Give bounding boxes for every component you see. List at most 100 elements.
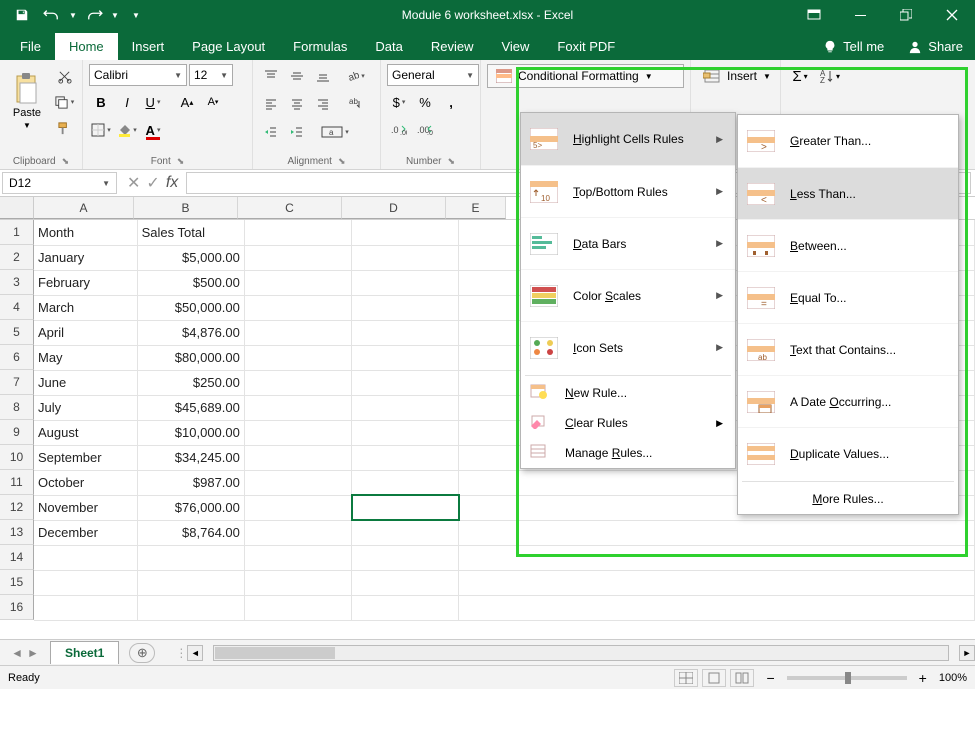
maximize-button[interactable] bbox=[883, 0, 929, 30]
submenu-text-contains[interactable]: ab Text that Contains... bbox=[738, 323, 958, 375]
cell-B9[interactable]: $10,000.00 bbox=[137, 420, 244, 445]
hscroll-left[interactable]: ◄ bbox=[187, 645, 203, 661]
cell-D4[interactable] bbox=[352, 295, 459, 320]
row-header-11[interactable]: 11 bbox=[0, 470, 34, 495]
sheet-nav-next[interactable]: ► bbox=[27, 646, 39, 660]
cell-B7[interactable]: $250.00 bbox=[137, 370, 244, 395]
font-dialog-launcher[interactable]: ⬊ bbox=[177, 156, 185, 167]
cell-B12[interactable]: $76,000.00 bbox=[137, 495, 244, 520]
cell-A7[interactable]: June bbox=[34, 370, 137, 395]
name-box[interactable]: D12 ▼ bbox=[2, 172, 117, 194]
menu-data-bars[interactable]: Data Bars ▶ bbox=[521, 217, 735, 269]
cell-A14[interactable] bbox=[34, 545, 137, 570]
cell-B15[interactable] bbox=[137, 570, 244, 595]
tab-data[interactable]: Data bbox=[361, 33, 416, 60]
column-header-d[interactable]: D bbox=[342, 197, 446, 219]
tab-page-layout[interactable]: Page Layout bbox=[178, 33, 279, 60]
cell-E16[interactable] bbox=[459, 595, 975, 620]
row-header-14[interactable]: 14 bbox=[0, 545, 34, 570]
row-header-7[interactable]: 7 bbox=[0, 370, 34, 395]
comma-format-button[interactable]: , bbox=[439, 90, 463, 114]
cell-A3[interactable]: February bbox=[34, 270, 137, 295]
italic-button[interactable]: I bbox=[115, 90, 139, 114]
cell-C6[interactable] bbox=[244, 345, 351, 370]
redo-button[interactable] bbox=[80, 3, 108, 27]
row-header-10[interactable]: 10 bbox=[0, 445, 34, 470]
save-button[interactable] bbox=[8, 3, 36, 27]
page-break-view-button[interactable] bbox=[730, 669, 754, 687]
cell-E15[interactable] bbox=[459, 570, 975, 595]
align-left-button[interactable] bbox=[259, 92, 283, 116]
row-header-8[interactable]: 8 bbox=[0, 395, 34, 420]
hscroll-right[interactable]: ► bbox=[959, 645, 975, 661]
cell-C7[interactable] bbox=[244, 370, 351, 395]
cell-B8[interactable]: $45,689.00 bbox=[137, 395, 244, 420]
menu-color-scales[interactable]: Color Scales ▶ bbox=[521, 269, 735, 321]
wrap-text-button[interactable]: ab bbox=[343, 92, 367, 116]
cell-E13[interactable] bbox=[459, 520, 975, 545]
cell-D11[interactable] bbox=[352, 470, 459, 495]
tell-me[interactable]: Tell me bbox=[811, 33, 896, 60]
cell-A16[interactable] bbox=[34, 595, 137, 620]
cell-B11[interactable]: $987.00 bbox=[137, 470, 244, 495]
cell-D2[interactable] bbox=[352, 245, 459, 270]
cell-D3[interactable] bbox=[352, 270, 459, 295]
cell-C14[interactable] bbox=[244, 545, 351, 570]
align-top-button[interactable] bbox=[259, 64, 283, 88]
cell-C10[interactable] bbox=[244, 445, 351, 470]
submenu-date-occurring[interactable]: A Date Occurring... bbox=[738, 375, 958, 427]
submenu-duplicate-values[interactable]: Duplicate Values... bbox=[738, 427, 958, 479]
submenu-more-rules[interactable]: More Rules... bbox=[738, 484, 958, 514]
cell-B16[interactable] bbox=[137, 595, 244, 620]
tab-home[interactable]: Home bbox=[55, 33, 118, 60]
menu-manage-rules[interactable]: Manage Rules... bbox=[521, 438, 735, 468]
alignment-dialog-launcher[interactable]: ⬊ bbox=[338, 156, 346, 167]
cell-B13[interactable]: $8,764.00 bbox=[137, 520, 244, 545]
cell-C2[interactable] bbox=[244, 245, 351, 270]
cell-A1[interactable]: Month bbox=[34, 220, 137, 245]
minimize-button[interactable] bbox=[837, 0, 883, 30]
align-bottom-button[interactable] bbox=[311, 64, 335, 88]
menu-top-bottom-rules[interactable]: 10 Top/Bottom Rules ▶ bbox=[521, 165, 735, 217]
row-header-1[interactable]: 1 bbox=[0, 220, 34, 245]
name-box-dropdown[interactable]: ▼ bbox=[102, 179, 110, 188]
menu-highlight-cells-rules[interactable]: 5> HHighlight Cells Rulesighlight Cells … bbox=[521, 113, 735, 165]
bold-button[interactable]: B bbox=[89, 90, 113, 114]
cell-C12[interactable] bbox=[244, 495, 351, 520]
close-button[interactable] bbox=[929, 0, 975, 30]
cell-D14[interactable] bbox=[352, 545, 459, 570]
cell-D5[interactable] bbox=[352, 320, 459, 345]
ribbon-display-options[interactable] bbox=[791, 0, 837, 30]
cell-A8[interactable]: July bbox=[34, 395, 137, 420]
menu-clear-rules[interactable]: Clear Rules ▶ bbox=[521, 408, 735, 438]
new-sheet-button[interactable]: ⊕ bbox=[129, 643, 155, 663]
menu-new-rule[interactable]: New Rule... bbox=[521, 378, 735, 408]
qat-customize[interactable]: ▼ bbox=[122, 3, 150, 27]
cell-C16[interactable] bbox=[244, 595, 351, 620]
row-header-16[interactable]: 16 bbox=[0, 595, 34, 620]
cell-B10[interactable]: $34,245.00 bbox=[137, 445, 244, 470]
column-header-a[interactable]: A bbox=[34, 197, 134, 219]
submenu-less-than[interactable]: < Less Than... bbox=[738, 167, 958, 219]
paste-button[interactable]: Paste ▼ bbox=[6, 64, 48, 138]
copy-button[interactable]: ▾ bbox=[52, 90, 76, 114]
decrease-font-button[interactable]: A▾ bbox=[201, 90, 225, 114]
increase-decimal-button[interactable]: .0.00 bbox=[387, 118, 411, 142]
zoom-level[interactable]: 100% bbox=[939, 672, 967, 684]
tab-review[interactable]: Review bbox=[417, 33, 488, 60]
merge-center-button[interactable]: a▾ bbox=[317, 120, 353, 144]
cell-B3[interactable]: $500.00 bbox=[137, 270, 244, 295]
increase-indent-button[interactable] bbox=[285, 120, 309, 144]
tab-file[interactable]: File bbox=[6, 33, 55, 60]
cell-D6[interactable] bbox=[352, 345, 459, 370]
row-header-2[interactable]: 2 bbox=[0, 245, 34, 270]
align-right-button[interactable] bbox=[311, 92, 335, 116]
cell-A11[interactable]: October bbox=[34, 470, 137, 495]
insert-cells-button[interactable]: Insert ▼ bbox=[697, 64, 777, 88]
font-size-combo[interactable]: 12▼ bbox=[189, 64, 233, 86]
decrease-indent-button[interactable] bbox=[259, 120, 283, 144]
cell-A10[interactable]: September bbox=[34, 445, 137, 470]
row-header-4[interactable]: 4 bbox=[0, 295, 34, 320]
page-layout-view-button[interactable] bbox=[702, 669, 726, 687]
row-header-15[interactable]: 15 bbox=[0, 570, 34, 595]
